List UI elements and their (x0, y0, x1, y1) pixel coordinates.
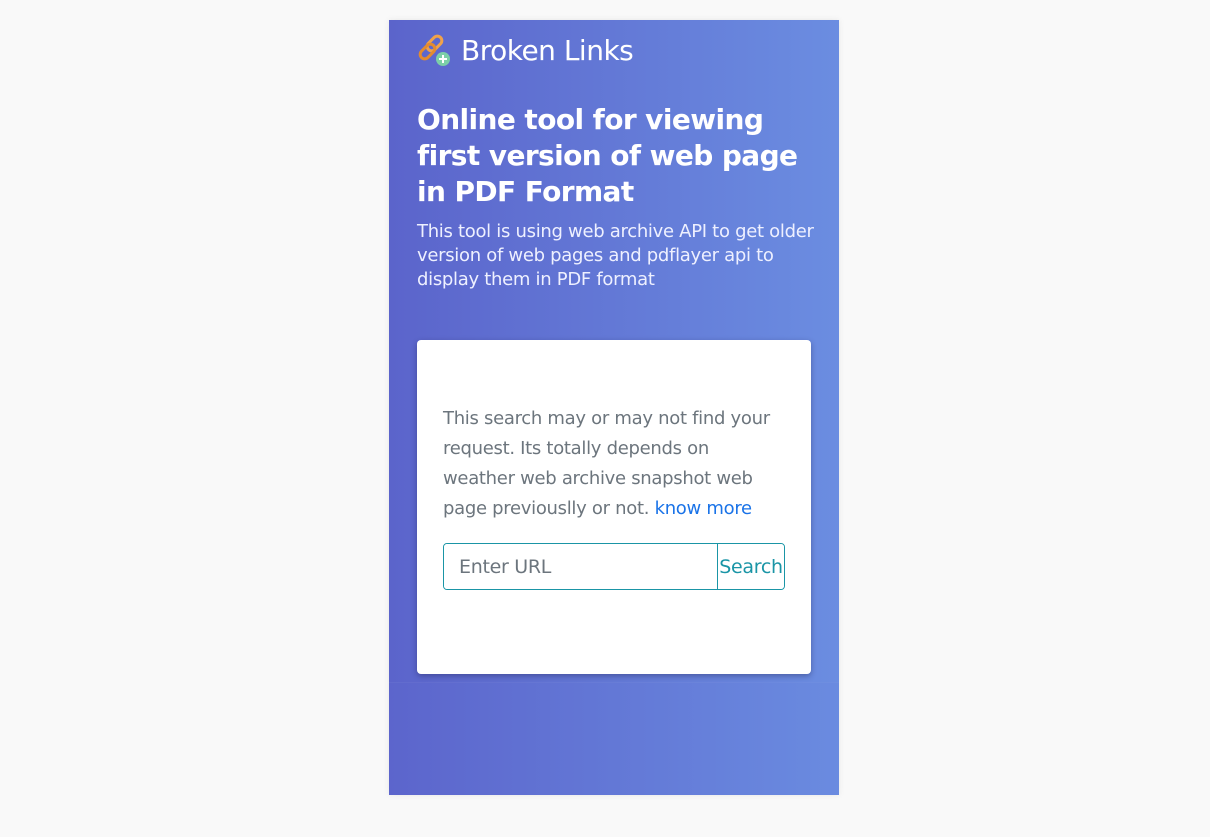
brand-name: Broken Links (461, 33, 634, 67)
page-subtitle: This tool is using web archive API to ge… (417, 221, 814, 290)
search-form: Search (443, 543, 785, 590)
page-title: Online tool for viewing first version of… (417, 103, 798, 208)
know-more-link[interactable]: know more (655, 498, 753, 519)
brand[interactable]: Broken Links (417, 30, 634, 70)
page-container: Broken Links Online tool for viewing fir… (389, 20, 839, 795)
search-button[interactable]: Search (717, 544, 784, 589)
search-card: This search may or may not find your req… (417, 340, 811, 674)
url-input[interactable] (444, 544, 717, 589)
search-notice: This search may or may not find your req… (443, 404, 783, 524)
chain-link-add-icon (417, 32, 453, 68)
footer-band (389, 682, 839, 795)
